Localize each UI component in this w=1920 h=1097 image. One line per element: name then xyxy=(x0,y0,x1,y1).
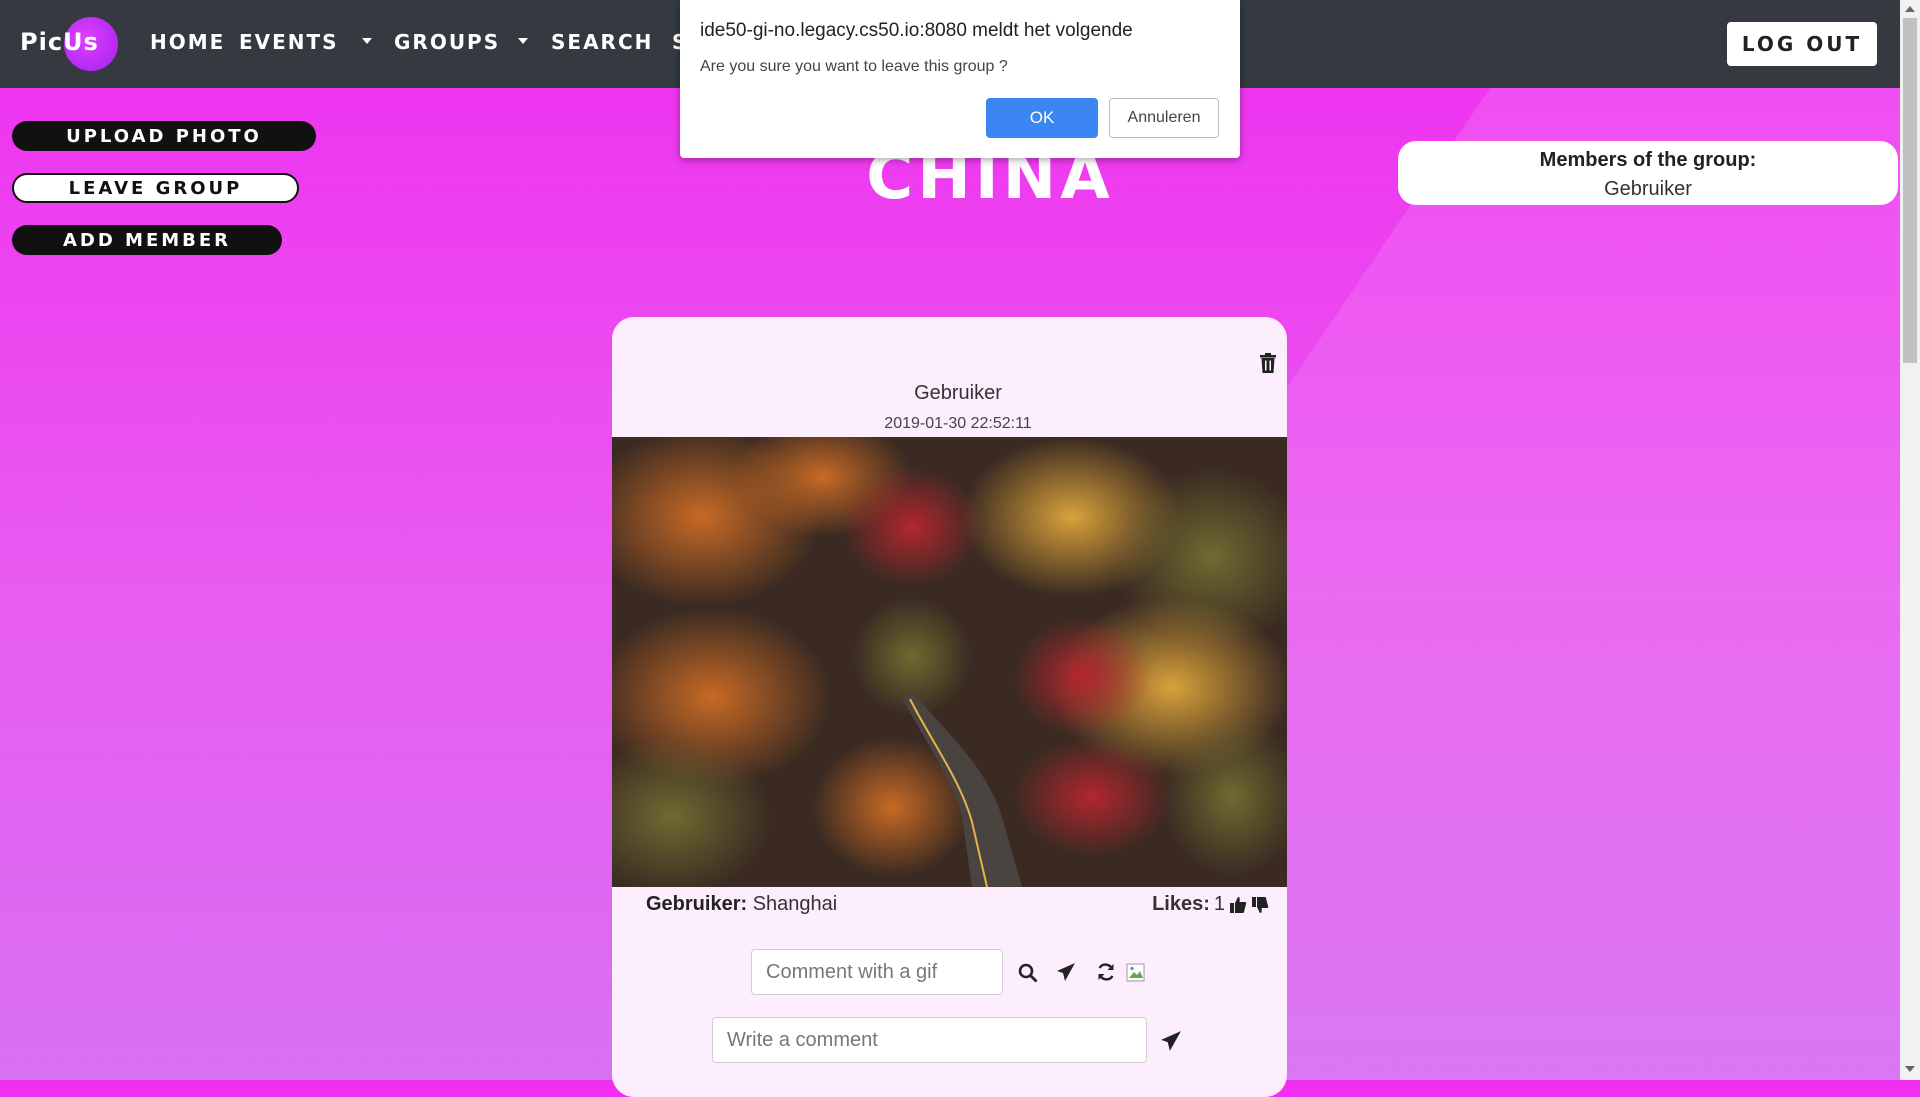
refresh-icon[interactable] xyxy=(1096,962,1116,982)
events-dropdown-icon[interactable] xyxy=(362,38,372,44)
nav-search[interactable]: SEARCH xyxy=(551,30,653,54)
post-date: 2019-01-30 22:52:11 xyxy=(884,415,1032,432)
dialog-cancel-button[interactable]: Annuleren xyxy=(1109,98,1219,138)
leave-group-button[interactable]: LEAVE GROUP xyxy=(12,173,299,203)
post-author: Gebruiker xyxy=(914,382,1002,404)
trash-icon[interactable] xyxy=(1259,353,1277,373)
page-scrollbar[interactable] xyxy=(1900,0,1920,1080)
comment-input[interactable] xyxy=(712,1017,1147,1063)
nav-events[interactable]: EVENTS xyxy=(239,30,339,54)
groups-dropdown-icon[interactable] xyxy=(518,38,528,44)
caption-user: Gebruiker: xyxy=(646,893,748,915)
members-card: Members of the group: Gebruiker xyxy=(1398,141,1898,205)
nav-home[interactable]: HOME xyxy=(150,30,225,54)
caption-text: Shanghai xyxy=(752,893,838,915)
scroll-down-arrow-icon[interactable] xyxy=(1905,1066,1915,1072)
logout-button[interactable]: LOG OUT xyxy=(1727,22,1877,66)
gif-comment-input[interactable] xyxy=(751,949,1003,995)
post-caption: Gebruiker: Shanghai xyxy=(646,893,837,916)
member-name[interactable]: Gebruiker xyxy=(1398,178,1898,201)
broken-image-icon xyxy=(1126,963,1145,982)
logo[interactable]: PicUs xyxy=(20,14,130,74)
upload-photo-button[interactable]: UPLOAD PHOTO xyxy=(12,121,316,151)
likes: Likes: 1 xyxy=(1152,893,1269,916)
logo-text: PicUs xyxy=(20,28,99,56)
add-member-button[interactable]: ADD MEMBER xyxy=(12,225,282,255)
background-diagonal xyxy=(1280,88,1920,1080)
likes-label: Likes: xyxy=(1152,893,1210,915)
members-title: Members of the group: xyxy=(1539,149,1757,171)
likes-count: 1 xyxy=(1213,893,1225,915)
send-comment-icon[interactable] xyxy=(1160,1030,1182,1052)
nav-groups[interactable]: GROUPS xyxy=(394,30,500,54)
dialog-message: Are you sure you want to leave this grou… xyxy=(700,58,1008,75)
search-icon[interactable] xyxy=(1018,963,1038,983)
post-photo xyxy=(612,437,1287,887)
scroll-thumb[interactable] xyxy=(1903,18,1917,363)
scroll-up-arrow-icon[interactable] xyxy=(1905,6,1915,12)
send-icon[interactable] xyxy=(1056,962,1076,982)
thumbs-down-icon[interactable] xyxy=(1251,896,1269,914)
confirm-dialog: ide50-gi-no.legacy.cs50.io:8080 meldt he… xyxy=(680,0,1240,158)
dialog-ok-button[interactable]: OK xyxy=(986,98,1098,138)
dialog-origin: ide50-gi-no.legacy.cs50.io:8080 meldt he… xyxy=(700,20,1133,41)
thumbs-up-icon[interactable] xyxy=(1229,896,1247,914)
post-card: Gebruiker 2019-01-30 22:52:11 Gebruiker:… xyxy=(612,317,1287,1097)
